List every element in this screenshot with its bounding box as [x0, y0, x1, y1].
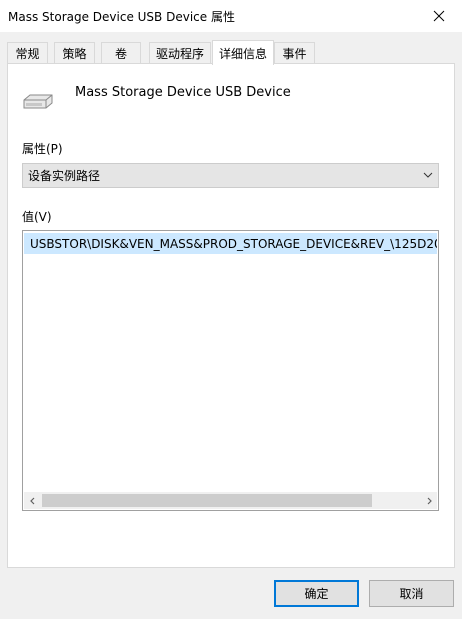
tab-strip: 常规 策略 卷 驱动程序 详细信息 事件	[7, 40, 457, 65]
close-button[interactable]	[416, 0, 462, 32]
tab-label: 驱动程序	[155, 46, 204, 61]
tab-label: 常规	[15, 46, 40, 61]
tab-general[interactable]: 常规	[7, 42, 48, 63]
usb-drive-icon	[23, 94, 53, 109]
chevron-down-icon	[423, 172, 433, 178]
tab-policies[interactable]: 策略	[54, 42, 95, 63]
tab-label: 详细信息	[218, 46, 267, 61]
close-icon	[433, 10, 445, 22]
scroll-right-button[interactable]	[420, 492, 437, 509]
chevron-left-icon	[29, 497, 34, 504]
scrollbar-thumb[interactable]	[42, 494, 372, 507]
cancel-button-label: 取消	[399, 587, 424, 601]
tab-label: 卷	[114, 46, 127, 61]
tab-label: 策略	[62, 46, 87, 61]
list-item[interactable]: USBSTOR\DISK&VEN_MASS&PROD_STORAGE_DEVIC…	[24, 233, 437, 254]
property-label: 属性(P)	[22, 142, 63, 156]
cancel-button[interactable]: 取消	[369, 580, 454, 607]
tab-volumes[interactable]: 卷	[101, 42, 141, 63]
property-selected-value: 设备实例路径	[28, 169, 101, 183]
title-bar: Mass Storage Device USB Device 属性	[0, 0, 462, 32]
tab-label: 事件	[282, 46, 307, 61]
scroll-left-button[interactable]	[24, 492, 41, 509]
value-label: 值(V)	[22, 210, 52, 224]
chevron-right-icon	[427, 497, 432, 504]
window-title: Mass Storage Device USB Device 属性	[8, 10, 235, 24]
ok-button-label: 确定	[304, 587, 329, 601]
ok-button[interactable]: 确定	[274, 580, 359, 607]
tab-driver[interactable]: 驱动程序	[149, 42, 211, 63]
list-item-text: USBSTOR\DISK&VEN_MASS&PROD_STORAGE_DEVIC…	[30, 236, 437, 251]
tab-details[interactable]: 详细信息	[212, 40, 274, 65]
value-listbox[interactable]: USBSTOR\DISK&VEN_MASS&PROD_STORAGE_DEVIC…	[22, 230, 439, 511]
tab-events[interactable]: 事件	[274, 42, 315, 63]
device-name: Mass Storage Device USB Device	[75, 85, 291, 100]
property-dropdown[interactable]: 设备实例路径	[22, 163, 439, 188]
horizontal-scrollbar[interactable]	[24, 492, 437, 509]
properties-dialog: Mass Storage Device USB Device 属性 常规 策略 …	[0, 0, 462, 619]
